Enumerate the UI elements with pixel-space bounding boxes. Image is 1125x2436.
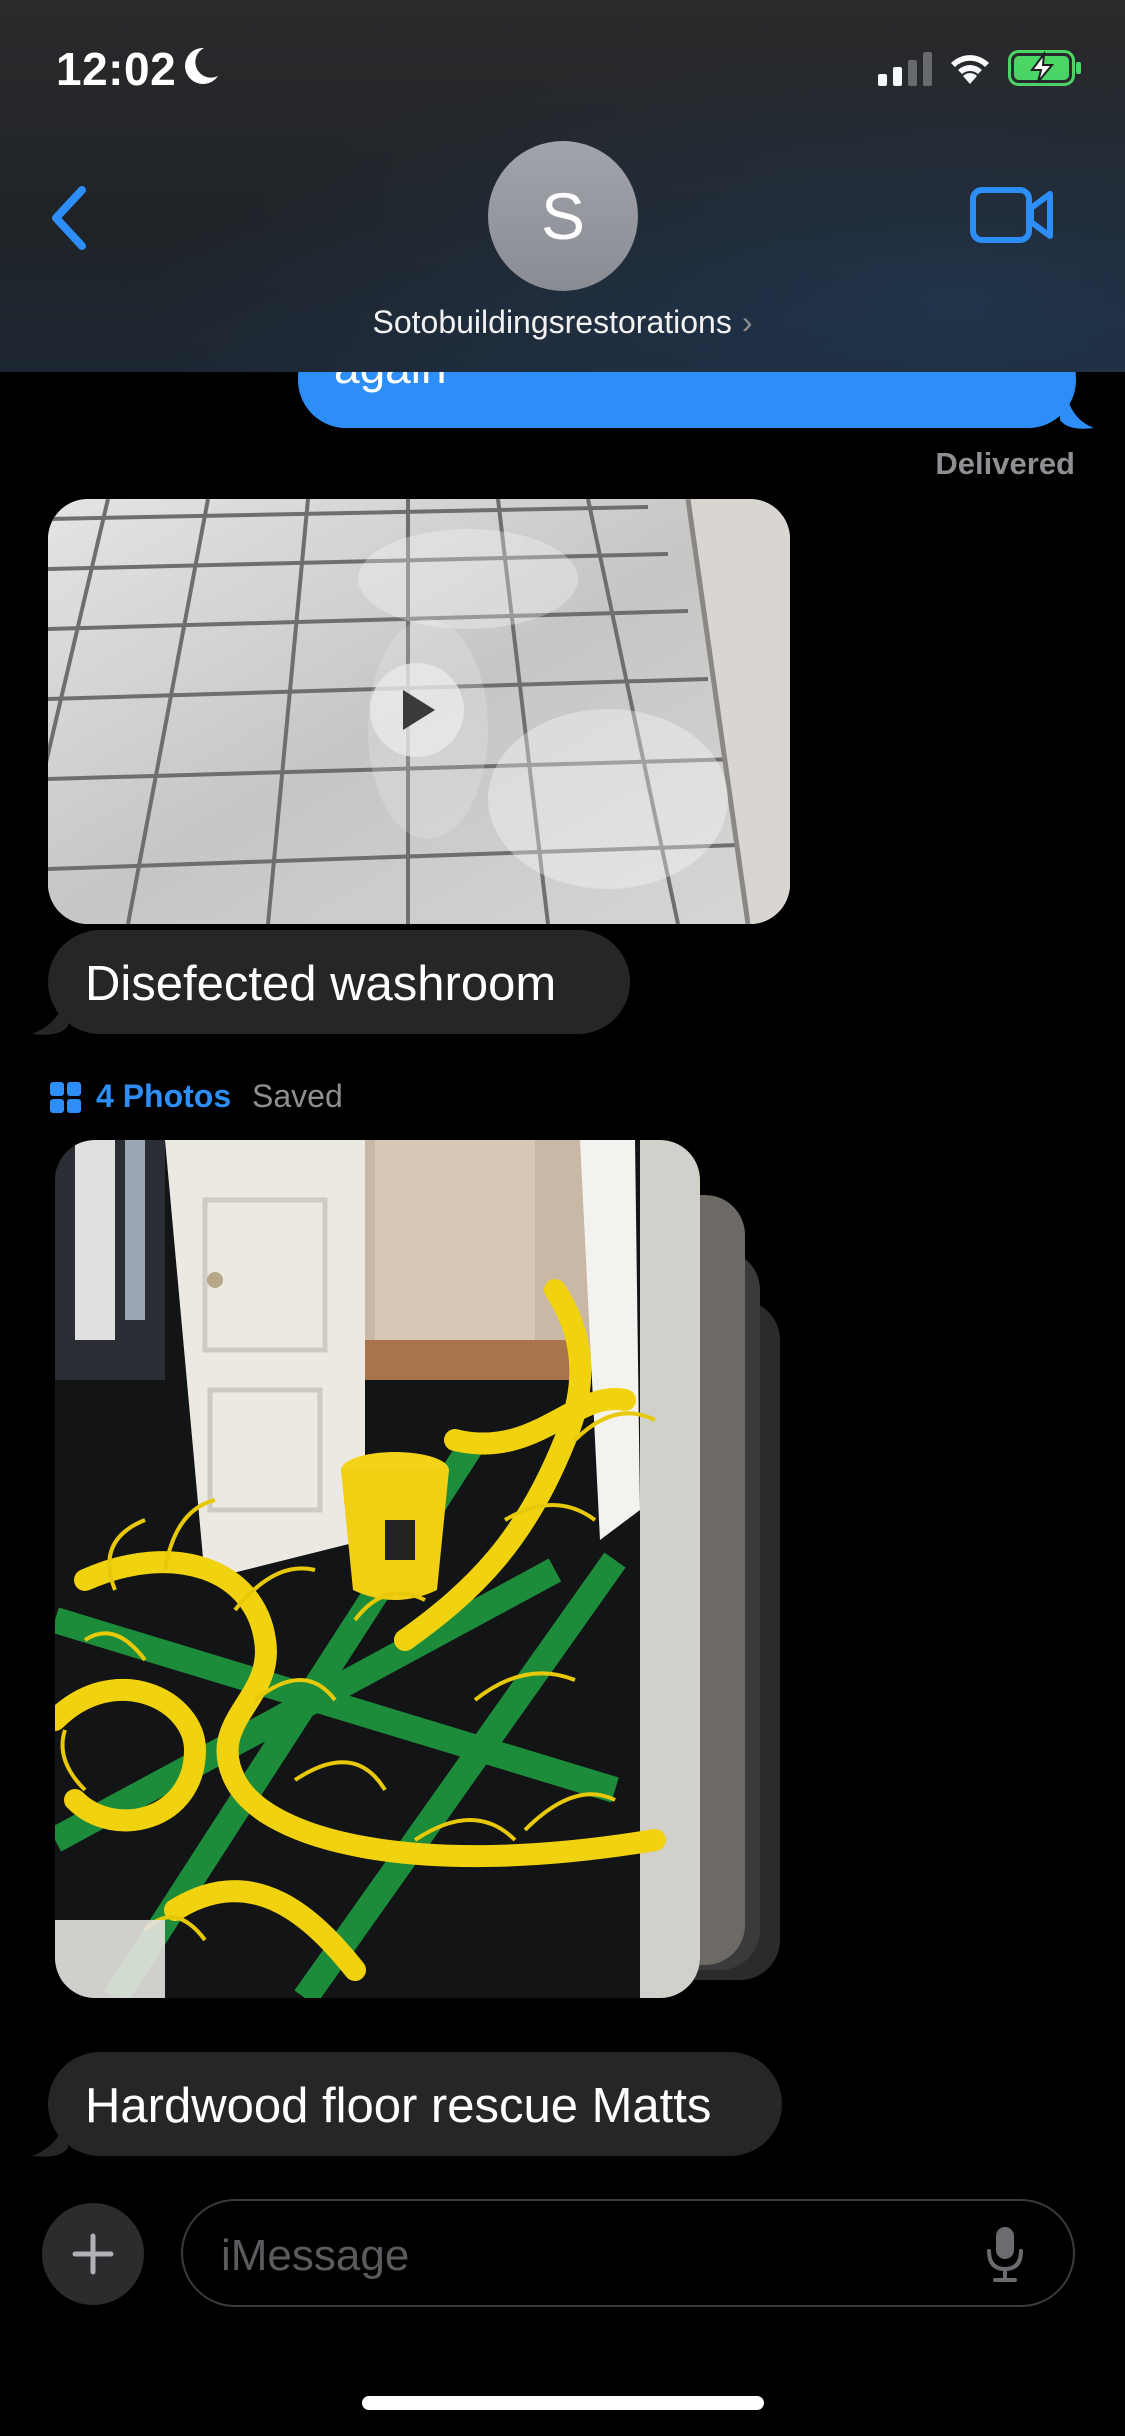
delivered-status: Delivered xyxy=(935,446,1075,481)
photos-count: 4 Photos xyxy=(96,1078,232,1114)
video-camera-icon[interactable] xyxy=(970,186,1054,244)
sent-bubble-tail xyxy=(1060,380,1094,429)
messages-screen: 12:02 S Sotobuildingsrestorations › Deli… xyxy=(0,0,1125,2436)
mic-icon[interactable] xyxy=(985,2225,1025,2283)
contact-avatar[interactable]: S xyxy=(488,141,638,291)
received-message-bubble-2[interactable]: Hardwood floor rescue Matts xyxy=(48,2052,782,2156)
chevron-right-icon: › xyxy=(741,304,753,340)
received-message-bubble[interactable]: Disefected washroom xyxy=(48,930,630,1034)
received-message-text-2: Hardwood floor rescue Matts xyxy=(85,2079,712,2133)
contact-name[interactable]: Sotobuildingsrestorations › xyxy=(0,304,1125,341)
apps-plus-button[interactable] xyxy=(42,2203,144,2305)
message-input[interactable]: iMessage xyxy=(181,2199,1075,2307)
signal-icon xyxy=(878,52,932,86)
drying-mats-image xyxy=(55,1140,700,1998)
photo-card-front xyxy=(55,1140,700,1998)
message-input-placeholder: iMessage xyxy=(221,2231,410,2280)
photos-saved-status: Saved xyxy=(252,1078,343,1114)
moon-icon xyxy=(185,47,218,84)
received-message-text: Disefected washroom xyxy=(85,957,557,1011)
plus-icon xyxy=(72,2233,114,2275)
wifi-icon xyxy=(951,55,989,84)
play-button[interactable] xyxy=(370,663,464,757)
conversation-header: 12:02 S Sotobuildingsrestorations › xyxy=(0,0,1125,372)
battery-charging-icon xyxy=(1008,50,1081,86)
avatar-initial: S xyxy=(540,179,586,253)
play-icon xyxy=(403,690,435,730)
received-bubble-tail-2 xyxy=(32,2112,68,2157)
photo-grid-icon xyxy=(50,1082,81,1113)
photo-stack[interactable] xyxy=(55,1140,785,2000)
received-bubble-tail xyxy=(32,990,68,1035)
contact-name-text: Sotobuildingsrestorations xyxy=(372,304,732,340)
back-chevron-icon[interactable] xyxy=(40,178,100,258)
status-time: 12:02 xyxy=(56,43,177,95)
home-indicator[interactable] xyxy=(362,2396,764,2410)
